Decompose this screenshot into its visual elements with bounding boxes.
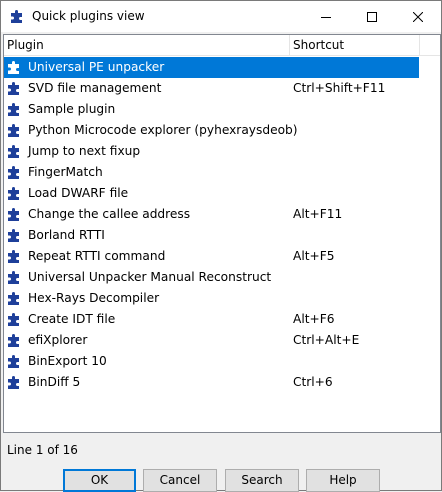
plugin-shortcut: Alt+F6 bbox=[293, 312, 335, 326]
list-item[interactable]: efiXplorer Ctrl+Alt+E bbox=[4, 330, 419, 351]
plugin-icon bbox=[8, 124, 19, 137]
close-button[interactable] bbox=[395, 1, 441, 32]
plugin-icon bbox=[8, 103, 19, 116]
plugins-list[interactable]: Plugin Shortcut Universal PE unpacker SVD… bbox=[3, 34, 441, 433]
plugin-name: Repeat RTTI command bbox=[28, 249, 166, 263]
list-item[interactable]: BinExport 10 bbox=[4, 351, 419, 372]
column-header-shortcut[interactable]: Shortcut bbox=[290, 35, 420, 56]
minimize-icon bbox=[321, 16, 331, 18]
list-item[interactable]: Python Microcode explorer (pyhexraysdeob… bbox=[4, 120, 419, 141]
plugin-name: Universal PE unpacker bbox=[28, 60, 165, 74]
plugin-name: Hex-Rays Decompiler bbox=[28, 291, 160, 305]
list-item[interactable]: Jump to next fixup bbox=[4, 141, 419, 162]
search-button[interactable]: Search bbox=[225, 469, 299, 492]
list-item[interactable]: Universal PE unpacker bbox=[4, 57, 419, 78]
title-bar[interactable]: Quick plugins view bbox=[1, 1, 441, 32]
cancel-button[interactable]: Cancel bbox=[143, 469, 217, 492]
list-item[interactable]: SVD file management Ctrl+Shift+F11 bbox=[4, 78, 419, 99]
plugin-icon bbox=[8, 334, 19, 347]
maximize-icon bbox=[367, 11, 377, 22]
plugin-icon bbox=[8, 292, 19, 305]
column-header-plugin[interactable]: Plugin bbox=[4, 35, 290, 56]
plugin-name: SVD file management bbox=[28, 81, 162, 95]
list-header: Plugin Shortcut bbox=[4, 35, 440, 56]
plugin-shortcut: Alt+F5 bbox=[293, 249, 335, 263]
list-item[interactable]: Universal Unpacker Manual Reconstruct bbox=[4, 267, 419, 288]
plugin-shortcut: Ctrl+Shift+F11 bbox=[293, 81, 386, 95]
plugin-name: BinExport 10 bbox=[28, 354, 107, 368]
list-item[interactable]: Create IDT file Alt+F6 bbox=[4, 309, 419, 330]
window-title: Quick plugins view bbox=[32, 9, 145, 23]
list-rows: Universal PE unpacker SVD file management… bbox=[4, 57, 440, 393]
plugin-icon bbox=[8, 250, 19, 263]
plugin-shortcut: Alt+F11 bbox=[293, 207, 343, 221]
plugin-icon bbox=[8, 313, 19, 326]
status-line: Line 1 of 16 bbox=[7, 443, 78, 457]
plugin-name: FingerMatch bbox=[28, 165, 103, 179]
list-item[interactable]: Hex-Rays Decompiler bbox=[4, 288, 419, 309]
list-item[interactable]: FingerMatch bbox=[4, 162, 419, 183]
help-button[interactable]: Help bbox=[306, 469, 380, 492]
plugin-icon bbox=[8, 166, 19, 179]
plugin-name: Sample plugin bbox=[28, 102, 116, 116]
plugin-icon bbox=[8, 208, 19, 221]
list-item[interactable]: Change the callee address Alt+F11 bbox=[4, 204, 419, 225]
list-item[interactable]: BinDiff 5 Ctrl+6 bbox=[4, 372, 419, 393]
plugin-icon bbox=[8, 271, 19, 284]
plugin-name: Create IDT file bbox=[28, 312, 116, 326]
plugin-name: Universal Unpacker Manual Reconstruct bbox=[28, 270, 272, 284]
plugin-name: Load DWARF file bbox=[28, 186, 129, 200]
plugin-icon bbox=[8, 82, 19, 95]
plugin-shortcut: Ctrl+Alt+E bbox=[293, 333, 360, 347]
plugin-shortcut: Ctrl+6 bbox=[293, 375, 333, 389]
plugin-icon bbox=[8, 145, 19, 158]
list-item[interactable]: Borland RTTI bbox=[4, 225, 419, 246]
list-item[interactable]: Sample plugin bbox=[4, 99, 419, 120]
maximize-button[interactable] bbox=[349, 1, 395, 32]
quick-plugins-window: Quick plugins view Plugin Shortcut Unive… bbox=[0, 0, 442, 492]
close-icon bbox=[413, 11, 423, 22]
ok-button[interactable]: OK bbox=[63, 469, 136, 492]
plugin-icon bbox=[8, 376, 19, 389]
plugin-icon bbox=[11, 10, 22, 23]
plugin-icon bbox=[8, 355, 19, 368]
minimize-button[interactable] bbox=[303, 1, 349, 32]
plugin-icon bbox=[8, 61, 19, 74]
plugin-name: Borland RTTI bbox=[28, 228, 105, 242]
list-item[interactable]: Load DWARF file bbox=[4, 183, 419, 204]
plugin-name: Change the callee address bbox=[28, 207, 191, 221]
plugin-name: Python Microcode explorer (pyhexraysdeob… bbox=[28, 123, 298, 137]
list-item[interactable]: Repeat RTTI command Alt+F5 bbox=[4, 246, 419, 267]
plugin-name: efiXplorer bbox=[28, 333, 88, 347]
plugin-icon bbox=[8, 187, 19, 200]
plugin-name: Jump to next fixup bbox=[28, 144, 141, 158]
plugin-icon bbox=[8, 229, 19, 242]
plugin-name: BinDiff 5 bbox=[28, 375, 81, 389]
